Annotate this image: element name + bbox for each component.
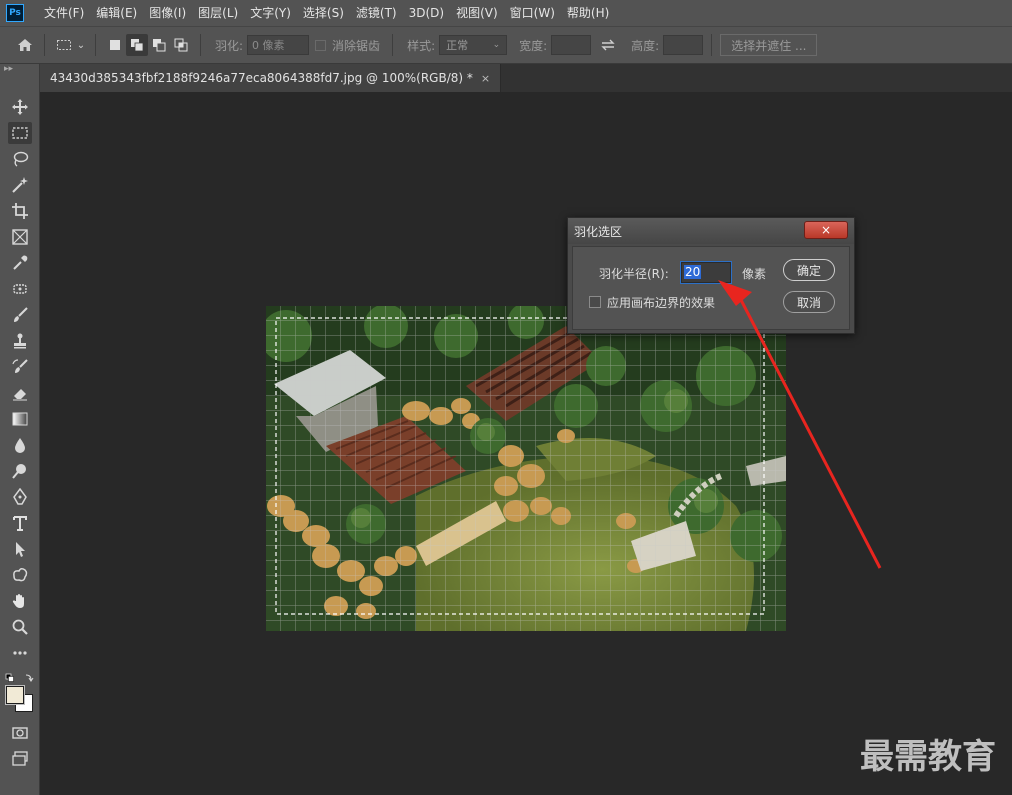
clone-stamp-tool-icon[interactable] (8, 330, 32, 352)
subtract-from-selection-icon[interactable] (148, 34, 170, 56)
chevron-down-icon: ⌄ (492, 40, 501, 50)
close-icon[interactable]: × (481, 72, 490, 85)
menu-view[interactable]: 视图(V) (450, 0, 504, 26)
new-selection-icon[interactable] (104, 34, 126, 56)
apply-canvas-edges-checkbox[interactable] (589, 296, 601, 308)
antialias-checkbox[interactable] (315, 39, 327, 51)
spot-healing-brush-tool-icon[interactable] (8, 278, 32, 300)
document-tab-bar: 43430d385343fbf2188f9246a77eca8064388fd7… (40, 64, 1012, 92)
lasso-tool-icon[interactable] (8, 148, 32, 170)
frame-tool-icon[interactable] (8, 226, 32, 248)
dodge-tool-icon[interactable] (8, 460, 32, 482)
type-tool-icon[interactable] (8, 512, 32, 534)
width-label: 宽度: (519, 38, 548, 53)
style-label: 样式: (407, 38, 436, 53)
svg-text:最需教育: 最需教育 (860, 737, 996, 776)
height-input[interactable] (663, 35, 704, 55)
history-brush-tool-icon[interactable] (8, 356, 32, 378)
rectangular-marquee-tool-icon[interactable] (8, 122, 32, 144)
eyedropper-tool-icon[interactable] (8, 252, 32, 274)
feather-option-label: 羽化: (215, 38, 244, 53)
menu-help[interactable]: 帮助(H) (561, 0, 615, 26)
menu-filter[interactable]: 滤镜(T) (350, 0, 403, 26)
blur-tool-icon[interactable] (8, 434, 32, 456)
width-input[interactable] (551, 35, 592, 55)
antialias-label: 消除锯齿 (332, 38, 381, 53)
move-tool-icon[interactable] (8, 96, 32, 118)
custom-shape-tool-icon[interactable] (8, 564, 32, 586)
home-icon[interactable] (14, 34, 36, 56)
photoshop-logo: Ps (6, 4, 24, 22)
dialog-body: 羽化半径(R): 20 像素 应用画布边界的效果 确定 取消 (572, 246, 850, 330)
hand-tool-icon[interactable] (8, 590, 32, 612)
separator (95, 34, 96, 56)
feather-radius-label: 羽化半径(R): (599, 267, 669, 281)
menu-window[interactable]: 窗口(W) (504, 0, 561, 26)
close-icon: × (820, 223, 832, 237)
magic-wand-tool-icon[interactable] (8, 174, 32, 196)
feather-radius-input[interactable]: 20 (680, 261, 732, 284)
crop-tool-icon[interactable] (8, 200, 32, 222)
ok-button[interactable]: 确定 (783, 259, 835, 281)
color-swatches[interactable] (5, 684, 34, 714)
menu-file[interactable]: 文件(F) (38, 0, 90, 26)
menu-type[interactable]: 文字(Y) (244, 0, 297, 26)
feather-selection-dialog: 羽化选区 × 羽化半径(R): 20 像素 应用画布边界的效果 确定 取消 (567, 217, 855, 334)
feather-option-input[interactable]: 0 像素 (247, 35, 310, 55)
separator (392, 34, 394, 56)
brush-tool-icon[interactable] (8, 304, 32, 326)
pen-tool-icon[interactable] (8, 486, 32, 508)
menu-select[interactable]: 选择(S) (297, 0, 350, 26)
rect-marquee-preset-icon[interactable] (53, 34, 75, 56)
more-tools-icon[interactable] (8, 642, 32, 664)
quick-mask-icon[interactable] (8, 722, 32, 744)
separator (44, 34, 45, 56)
style-select[interactable]: 正常 ⌄ (439, 35, 508, 55)
intersect-selection-icon[interactable] (170, 34, 192, 56)
separator (711, 34, 713, 56)
height-label: 高度: (631, 38, 660, 53)
menu-edit[interactable]: 编辑(E) (90, 0, 143, 26)
chevron-down-icon[interactable]: ⌄ (75, 34, 87, 56)
document-tab[interactable]: 43430d385343fbf2188f9246a77eca8064388fd7… (40, 64, 502, 92)
document-tab-title: 43430d385343fbf2188f9246a77eca8064388fd7… (50, 71, 473, 85)
tools-panel: ▸▸ (0, 64, 40, 795)
menu-layer[interactable]: 图层(L) (192, 0, 244, 26)
dialog-titlebar[interactable]: 羽化选区 × (568, 218, 854, 244)
garden-aerial-image (266, 306, 786, 631)
foreground-color-swatch[interactable] (5, 685, 25, 705)
zoom-tool-icon[interactable] (8, 616, 32, 638)
dialog-close-button[interactable]: × (804, 221, 848, 239)
garden-photo[interactable] (266, 306, 786, 631)
style-select-value: 正常 (446, 39, 469, 52)
screen-mode-icon[interactable] (8, 748, 32, 770)
cancel-button[interactable]: 取消 (783, 291, 835, 313)
feather-radius-unit: 像素 (742, 267, 767, 281)
menu-bar: Ps 文件(F) 编辑(E) 图像(I) 图层(L) 文字(Y) 选择(S) 滤… (0, 0, 1012, 26)
select-and-mask-button[interactable]: 选择并遮住 ... (720, 34, 818, 56)
menu-3d[interactable]: 3D(D) (403, 0, 450, 26)
path-selection-tool-icon[interactable] (8, 538, 32, 560)
options-bar: ⌄ 羽化: 0 像素 消除锯齿 样式: 正常 ⌄ 宽度: 高度: 选择并遮住 .… (0, 26, 1012, 64)
watermark-logo: 最需教育 (860, 737, 996, 777)
add-to-selection-icon[interactable] (126, 34, 148, 56)
eraser-tool-icon[interactable] (8, 382, 32, 404)
feather-radius-value: 20 (684, 265, 702, 279)
gradient-tool-icon[interactable] (8, 408, 32, 430)
menu-image[interactable]: 图像(I) (143, 0, 192, 26)
dialog-title: 羽化选区 (574, 224, 623, 239)
panel-collapse-grip-icon[interactable]: ▸▸ (0, 64, 39, 74)
swap-width-height-icon[interactable] (597, 34, 619, 56)
separator (200, 34, 201, 56)
watermark: 最需教育 (860, 734, 1006, 779)
apply-canvas-edges-label[interactable]: 应用画布边界的效果 (607, 294, 715, 311)
canvas-area[interactable] (40, 92, 1012, 795)
